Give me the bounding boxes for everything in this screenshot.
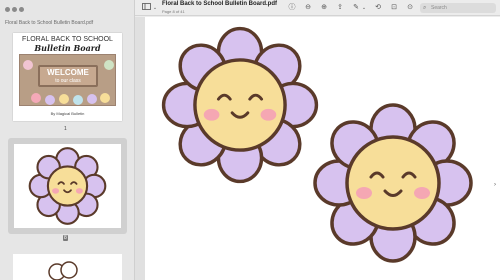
page-number-1: 1 [64,126,67,132]
welcome-subtext: to our class [55,78,81,84]
sidebar-icon[interactable] [141,3,151,13]
close-window-button[interactable] [5,7,10,12]
banner-credit: By Magical Bulletin [50,111,85,116]
page-thumbnail-9[interactable] [13,254,122,280]
zoom-in-icon[interactable]: ⊕ [319,3,329,13]
chevron-down-icon[interactable]: ⌄ [152,3,158,13]
thumbnail-sidebar: Floral Back to School Bulletin Board.pdf… [0,0,135,280]
minimize-window-button[interactable] [12,7,17,12]
search-field[interactable]: ⌕ Search [420,3,496,13]
toolbar: ⌄ Floral Back to School Bulletin Board.p… [135,0,500,16]
next-thumbnail-peek [48,261,78,280]
flower-thumbnail-image [28,147,107,225]
crop-icon[interactable]: ⊡ [389,3,399,13]
welcome-text: WELCOME [47,68,89,77]
info-icon[interactable]: ⓘ [287,3,297,13]
page-thumbnail-8[interactable] [14,144,121,228]
page-thumbnail-1[interactable]: FLORAL BACK TO SCHOOL Bulletin Board WEL… [13,33,122,121]
page-number-8: 8 [63,235,68,241]
flower-cutout-1 [161,26,319,184]
page-indicator: Page 8 of 41 [162,9,185,14]
rotate-icon[interactable]: ⟲ [373,3,383,13]
document-title: Floral Back to School Bulletin Board.pdf [162,1,278,7]
annotate-icon[interactable]: ⊙ [405,3,415,13]
chevron-down-icon[interactable]: ⌄ [361,3,367,13]
flower-cutout-2 [313,103,473,263]
search-icon: ⌕ [423,5,427,11]
document-view[interactable]: › [135,17,500,280]
share-icon[interactable]: ⇪ [335,3,345,13]
page-artwork [161,26,473,263]
welcome-sign: WELCOME to our class [38,65,98,87]
banner-title-line2: Bulletin Board [34,43,101,53]
banner-title-line1: FLORAL BACK TO SCHOOL [22,36,113,43]
zoom-window-button[interactable] [19,7,24,12]
zoom-out-icon[interactable]: ⊖ [303,3,313,13]
search-placeholder: Search [431,5,447,11]
sidebar-file-title: Floral Back to School Bulletin Board.pdf [5,20,94,26]
preview-window: Floral Back to School Bulletin Board.pdf… [0,0,500,280]
markup-pen-icon[interactable]: ✎ [351,3,361,13]
scroll-indicator[interactable]: › [494,182,496,188]
banner-board: WELCOME to our class [19,54,116,106]
